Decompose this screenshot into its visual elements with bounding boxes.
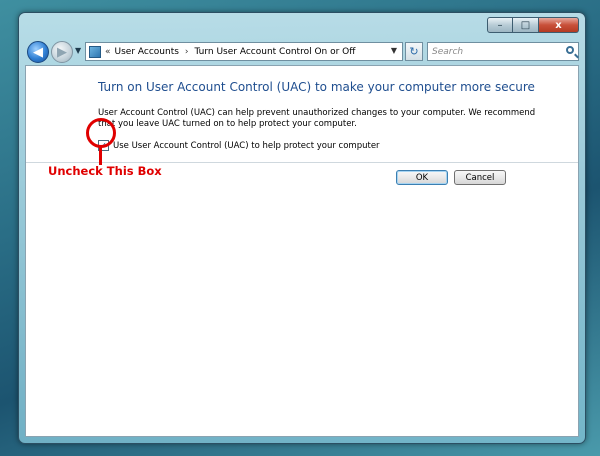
annotation-label: Uncheck This Box (48, 164, 162, 178)
uac-option-row[interactable]: ✓ Use User Account Control (UAC) to help… (98, 140, 380, 151)
control-panel-icon (89, 45, 101, 58)
breadcrumb-user-accounts[interactable]: User Accounts (115, 47, 179, 57)
annotation-pointer-line (99, 147, 102, 165)
uac-description: User Account Control (UAC) can help prev… (98, 108, 536, 129)
page-title: Turn on User Account Control (UAC) to ma… (98, 80, 535, 94)
breadcrumb-chevron-icon[interactable]: « (105, 47, 111, 57)
search-box[interactable] (427, 42, 579, 61)
refresh-icon: ↻ (409, 45, 419, 58)
back-button[interactable]: ◀ (27, 41, 49, 63)
minimize-button[interactable]: – (487, 17, 513, 33)
ok-button[interactable]: OK (396, 170, 448, 185)
breadcrumb-turn-uac[interactable]: Turn User Account Control On or Off (195, 47, 356, 57)
recent-pages-dropdown-icon[interactable]: ▼ (75, 46, 81, 55)
close-button[interactable]: x (539, 17, 579, 33)
address-dropdown-icon[interactable]: ▼ (391, 46, 397, 55)
forward-arrow-icon: ▶ (57, 44, 67, 60)
window-controls: – □ x (487, 17, 579, 33)
breadcrumb-separator-icon[interactable]: › (185, 47, 189, 57)
annotation-circle (86, 118, 116, 148)
uac-checkbox-label[interactable]: Use User Account Control (UAC) to help p… (113, 141, 380, 151)
cancel-button[interactable]: Cancel (454, 170, 506, 185)
refresh-button[interactable]: ↻ (405, 42, 423, 61)
back-arrow-icon: ◀ (33, 44, 43, 60)
divider (26, 162, 578, 163)
search-icon[interactable] (566, 46, 574, 54)
search-input[interactable] (428, 44, 564, 59)
navigation-bar: ◀ ▶ ▼ « User Accounts › Turn User Accoun… (25, 39, 579, 65)
address-bar[interactable]: « User Accounts › Turn User Account Cont… (85, 42, 403, 61)
forward-button[interactable]: ▶ (51, 41, 73, 63)
maximize-button[interactable]: □ (513, 17, 539, 33)
control-panel-window: – □ x ◀ ▶ ▼ « User Accounts › Turn User … (18, 12, 586, 444)
